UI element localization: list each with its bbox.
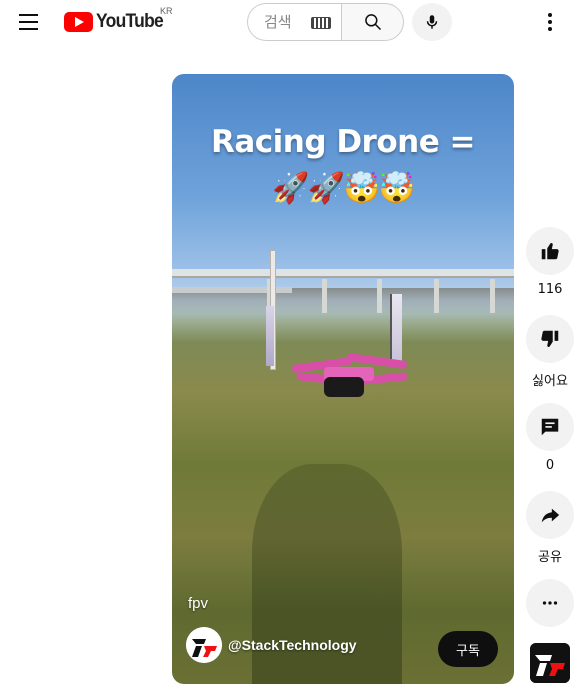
- more-options-button[interactable]: [526, 579, 574, 627]
- video-overlay-title: Racing Drone =: [210, 124, 476, 160]
- video-overlay-emojis: 🚀🚀🤯🤯: [272, 172, 415, 205]
- voice-search-button[interactable]: [412, 3, 452, 41]
- dislike-button[interactable]: [526, 315, 574, 363]
- background-bridge: [172, 269, 514, 278]
- video-caption[interactable]: fpv: [188, 595, 208, 612]
- share-label: 공유: [538, 550, 562, 565]
- youtube-logo-icon: [64, 12, 93, 32]
- dislike-action: 싫어요: [526, 315, 574, 389]
- share-button[interactable]: [526, 491, 574, 539]
- like-action: 116: [526, 227, 574, 297]
- more-horiz-icon: [542, 601, 558, 605]
- search-icon: [364, 14, 381, 31]
- share-action: 공유: [526, 491, 574, 565]
- comment-button[interactable]: [526, 403, 574, 451]
- more-vert-icon[interactable]: [538, 10, 562, 34]
- comment-icon: [541, 418, 559, 436]
- like-count: 116: [537, 282, 563, 297]
- channel-info: @StackTechnology: [186, 627, 357, 663]
- thumb-down-icon: [541, 330, 559, 347]
- like-button[interactable]: [526, 227, 574, 275]
- race-flag-left: [266, 306, 274, 366]
- bridge-pillar: [490, 279, 495, 313]
- subscribe-button[interactable]: 구독: [438, 631, 498, 667]
- menu-icon[interactable]: [13, 8, 43, 36]
- microphone-icon: [426, 15, 438, 29]
- channel-handle[interactable]: @StackTechnology: [228, 637, 357, 653]
- search-bar: [247, 3, 404, 41]
- shorts-video-player[interactable]: Racing Drone = 🚀🚀🤯🤯 fpv @StackTechnology…: [172, 74, 514, 684]
- search-box: [247, 3, 341, 41]
- youtube-logo[interactable]: YouTube KR: [64, 6, 173, 33]
- thumb-up-icon: [541, 243, 559, 260]
- bridge-pillar: [434, 279, 439, 313]
- bridge-pillar: [322, 279, 327, 313]
- racing-drone: [291, 347, 408, 399]
- search-input[interactable]: [264, 13, 314, 31]
- bridge-pillar: [377, 279, 382, 313]
- comment-count: 0: [545, 458, 555, 473]
- channel-avatar[interactable]: [186, 627, 222, 663]
- channel-thumbnail-icon[interactable]: [530, 643, 570, 683]
- country-code: KR: [160, 6, 173, 16]
- dislike-label: 싫어요: [532, 374, 568, 389]
- share-icon: [541, 508, 560, 523]
- more-action: [526, 579, 574, 627]
- keyboard-icon[interactable]: [311, 17, 331, 29]
- top-bar: YouTube KR: [0, 0, 581, 44]
- search-button[interactable]: [341, 3, 404, 41]
- logo-text: YouTube: [96, 11, 164, 32]
- comment-action: 0: [526, 403, 574, 473]
